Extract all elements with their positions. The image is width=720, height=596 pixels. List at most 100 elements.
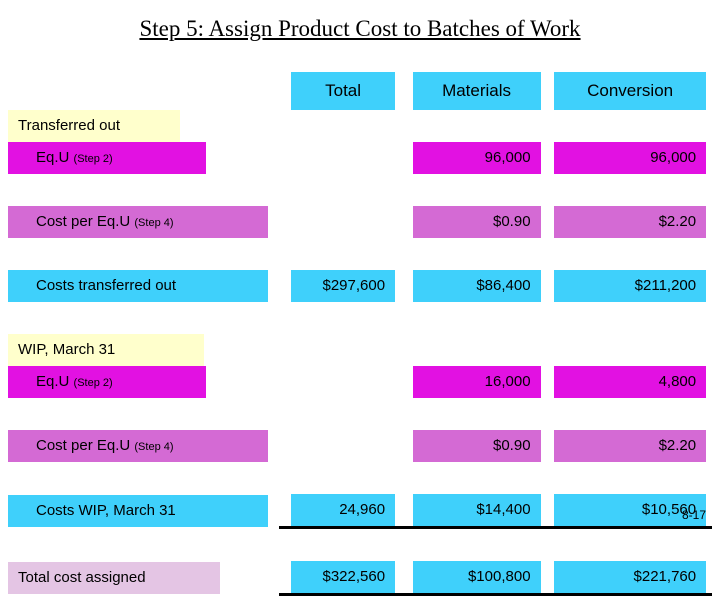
spacer-row — [8, 398, 712, 430]
header-cell-materials: Materials — [409, 72, 547, 110]
spacer-cell — [408, 302, 547, 334]
spacer-cell — [546, 302, 712, 334]
section-label-wip: WIP, March 31 — [8, 334, 204, 366]
row-label-cost-per-equ-to: Cost per Eq.U (Step 4) — [8, 206, 268, 238]
spacer-row — [8, 174, 712, 206]
table-row: Cost per Eq.U (Step 4) $0.90 $2.20 — [8, 430, 712, 462]
spacer-cell — [279, 462, 409, 494]
cell-materials-costs-wip: $14,400 — [408, 494, 547, 529]
cell-materials-cost-per-equ-to: $0.90 — [409, 206, 547, 238]
cell-total-costs-transferred-out: $297,600 — [279, 270, 408, 302]
row-label-text: Cost per Eq.U — [36, 213, 131, 230]
spacer-row — [8, 238, 712, 270]
column-header-total: Total — [291, 72, 396, 110]
spacer-cell — [546, 462, 712, 494]
row-label-note: (Step 4) — [134, 217, 174, 229]
spacer-cell — [546, 238, 712, 270]
spacer-row — [8, 302, 712, 334]
spacer-cell — [8, 462, 280, 494]
row-label-total-cost-assigned: Total cost assigned — [8, 561, 220, 594]
cell-materials-costs-transferred-out: $86,400 — [409, 270, 547, 302]
spacer-cell — [8, 302, 280, 334]
page-number: 8-17 — [681, 508, 706, 522]
row-label-costs-transferred-out: Costs transferred out — [8, 270, 268, 302]
row-label-note: (Step 2) — [73, 153, 113, 165]
table-row: Eq.U (Step 2) 16,000 4,800 — [8, 366, 712, 398]
cell-total-costs-wip: 24,960 — [279, 494, 409, 529]
table-row-total: Total cost assigned $322,560 $100,800 $2… — [8, 561, 712, 596]
spacer-cell — [546, 398, 712, 430]
row-label-cell-costs-transferred-out: Costs transferred out — [8, 270, 279, 302]
row-label-cell-cost-per-equ-to: Cost per Eq.U (Step 4) — [8, 206, 279, 238]
cell-materials-equ-to: 96,000 — [409, 142, 547, 174]
row-label-costs-wip: Costs WIP, March 31 — [8, 494, 268, 527]
cost-assignment-table: Total Materials Conversion Transferred o… — [8, 72, 712, 596]
row-label-cell-costs-wip: Costs WIP, March 31 — [8, 494, 279, 528]
header-cell-total: Total — [279, 72, 408, 110]
spacer-cell — [408, 238, 547, 270]
cell-materials-equ-wip: 16,000 — [409, 366, 547, 398]
spacer-cell — [408, 174, 547, 206]
row-label-text: Cost per Eq.U — [36, 437, 131, 454]
spacer-cell — [279, 238, 409, 270]
row-label-cell-equ-to: Eq.U (Step 2) — [8, 142, 279, 174]
spacer-cell — [546, 174, 712, 206]
blank-total-sec2 — [279, 334, 409, 366]
blank-conversion-sec1 — [546, 110, 712, 142]
cell-conversion-cost-per-equ-to: $2.20 — [546, 206, 712, 238]
table-grid: Total Materials Conversion Transferred o… — [8, 72, 712, 596]
blank-conversion-sec2 — [546, 334, 712, 366]
cell-conversion-equ-to: 96,000 — [546, 142, 712, 174]
cell-materials-total-cost-assigned: $100,800 — [408, 561, 547, 596]
row-label-text: Eq.U — [36, 373, 70, 390]
spacer-row — [8, 462, 712, 494]
table-header-row: Total Materials Conversion — [8, 72, 712, 110]
column-header-conversion: Conversion — [554, 72, 707, 110]
spacer-cell — [408, 462, 547, 494]
spacer-cell — [8, 528, 280, 562]
row-label-cell-equ-wip: Eq.U (Step 2) — [8, 366, 279, 398]
spacer-cell — [408, 398, 547, 430]
spacer-cell — [8, 398, 280, 430]
spacer-cell — [279, 398, 409, 430]
section-row-wip: WIP, March 31 — [8, 334, 712, 366]
cell-materials-cost-per-equ-wip: $0.90 — [409, 430, 547, 462]
row-label-note: (Step 2) — [73, 377, 113, 389]
section-label-cell-transferred-out: Transferred out — [8, 110, 279, 142]
blank-total-sec1 — [279, 110, 409, 142]
table-row: Eq.U (Step 2) 96,000 96,000 — [8, 142, 712, 174]
section-label-cell-wip: WIP, March 31 — [8, 334, 279, 366]
cell-total-equ-to — [279, 142, 409, 174]
cell-conversion-equ-wip: 4,800 — [546, 366, 712, 398]
cell-conversion-cost-per-equ-wip: $2.20 — [546, 430, 712, 462]
row-label-equ-wip: Eq.U (Step 2) — [8, 366, 206, 398]
row-label-cell-cost-per-equ-wip: Cost per Eq.U (Step 4) — [8, 430, 279, 462]
cell-total-cost-per-equ-wip — [279, 430, 409, 462]
table-row: Costs transferred out $297,600 $86,400 $… — [8, 270, 712, 302]
header-spacer-cell — [8, 72, 280, 110]
cell-conversion-total-cost-assigned: $221,760 — [546, 561, 712, 596]
spacer-cell — [408, 528, 547, 562]
row-label-text: Eq.U — [36, 149, 70, 166]
blank-materials-sec1 — [408, 110, 547, 142]
spacer-cell — [279, 528, 409, 562]
row-label-cell-total-cost-assigned: Total cost assigned — [8, 561, 279, 595]
spacer-cell — [279, 302, 409, 334]
header-cell-conversion: Conversion — [546, 72, 712, 110]
cell-total-total-cost-assigned: $322,560 — [279, 561, 409, 596]
spacer-cell — [279, 174, 409, 206]
blank-materials-sec2 — [408, 334, 547, 366]
section-label-transferred-out: Transferred out — [8, 110, 180, 142]
spacer-row — [8, 528, 712, 562]
spacer-cell — [8, 238, 280, 270]
section-row-transferred-out: Transferred out — [8, 110, 712, 142]
row-label-cost-per-equ-wip: Cost per Eq.U (Step 4) — [8, 430, 268, 462]
column-header-materials: Materials — [412, 72, 541, 110]
row-label-note: (Step 4) — [134, 441, 174, 453]
page-title: Step 5: Assign Product Cost to Batches o… — [139, 16, 581, 41]
table-row: Cost per Eq.U (Step 4) $0.90 $2.20 — [8, 206, 712, 238]
spacer-cell — [546, 528, 712, 562]
row-label-equ-to: Eq.U (Step 2) — [8, 142, 206, 174]
cell-total-equ-wip — [279, 366, 409, 398]
spacer-cell — [8, 174, 280, 206]
